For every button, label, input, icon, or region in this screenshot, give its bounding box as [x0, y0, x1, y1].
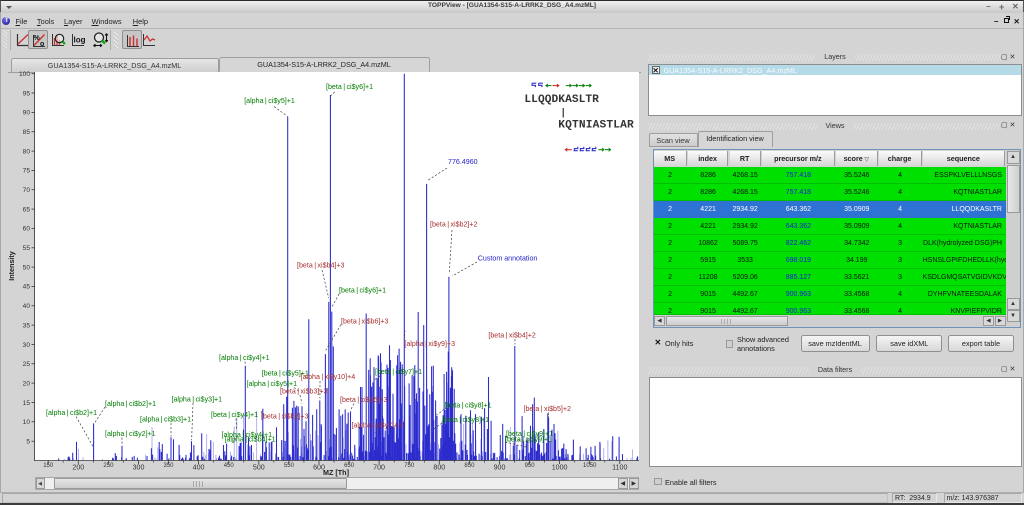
- svg-text:15: 15: [23, 400, 31, 407]
- svg-text:950: 950: [525, 463, 536, 469]
- svg-text:50: 50: [23, 264, 31, 271]
- svg-text:800: 800: [433, 463, 445, 471]
- svg-text:20: 20: [23, 380, 31, 387]
- svg-text:[beta | ci$y6]+1: [beta | ci$y6]+1: [339, 287, 386, 295]
- svg-text:[beta | xi$b4]+2: [beta | xi$b4]+2: [488, 332, 536, 340]
- svg-text:[beta | xi$b5]+3: [beta | xi$b5]+3: [340, 396, 388, 404]
- svg-text:60: 60: [23, 226, 31, 233]
- svg-text:[beta | ci$y8]+1: [beta | ci$y8]+1: [442, 416, 489, 424]
- svg-text:[alpha | xi$y10]+4: [alpha | xi$y10]+4: [301, 373, 356, 381]
- svg-text:45: 45: [23, 284, 31, 291]
- svg-text:95: 95: [23, 90, 31, 97]
- svg-text:[beta | xi$b3]+3: [beta | xi$b3]+3: [280, 388, 328, 396]
- svg-text:|: |: [560, 107, 566, 119]
- svg-text:[alpha | ci$b2]+1: [alpha | ci$b2]+1: [105, 400, 156, 408]
- svg-text:[beta | xi$b2]+3: [beta | xi$b2]+3: [261, 413, 309, 421]
- svg-text:Intensity: Intensity: [7, 251, 16, 281]
- svg-text:400: 400: [193, 463, 205, 471]
- svg-text:[beta | xi$b2]+2: [beta | xi$b2]+2: [430, 221, 478, 229]
- svg-text:[beta | ci$y7]+1: [beta | ci$y7]+1: [375, 368, 422, 376]
- svg-text:[beta | ci$y6]+1: [beta | ci$y6]+1: [326, 83, 373, 91]
- svg-text:200: 200: [72, 463, 84, 471]
- svg-text:Custom annotation: Custom annotation: [478, 255, 538, 263]
- svg-text:550: 550: [284, 463, 295, 469]
- svg-text:100: 100: [19, 71, 30, 78]
- svg-text:MZ [Th]: MZ [Th]: [323, 468, 349, 477]
- svg-text:[beta | xi$b5]+2: [beta | xi$b5]+2: [524, 405, 572, 413]
- svg-text:35: 35: [23, 322, 31, 329]
- svg-text:850: 850: [464, 463, 475, 469]
- svg-text:900: 900: [494, 463, 506, 471]
- svg-text:65: 65: [23, 206, 31, 213]
- svg-text:10: 10: [23, 419, 31, 426]
- svg-text:[alpha | xi$y9]+3: [alpha | xi$y9]+3: [404, 340, 455, 348]
- svg-text:[beta | xi$b6]+3: [beta | xi$b6]+3: [341, 318, 389, 326]
- svg-text:450: 450: [224, 463, 235, 469]
- svg-text:30: 30: [23, 342, 31, 349]
- svg-text:[beta | ci$y4]+1: [beta | ci$y4]+1: [211, 411, 258, 419]
- svg-text:[alpha | ci$y3]+1: [alpha | ci$y3]+1: [172, 396, 223, 404]
- svg-text:250: 250: [103, 463, 114, 469]
- svg-text:75: 75: [23, 168, 31, 175]
- svg-text:[beta | ci$y8]+1: [beta | ci$y8]+1: [445, 402, 492, 410]
- svg-text:85: 85: [23, 129, 31, 136]
- svg-text:5: 5: [26, 439, 30, 446]
- svg-text:[beta | xi$b4]+3: [beta | xi$b4]+3: [297, 262, 345, 270]
- svg-text:90: 90: [23, 110, 31, 117]
- svg-text:776.4960: 776.4960: [448, 158, 478, 166]
- svg-text:KQTNIASTLAR: KQTNIASTLAR: [558, 120, 634, 132]
- svg-text:80: 80: [23, 148, 31, 155]
- svg-text:55: 55: [23, 245, 31, 252]
- svg-text:40: 40: [23, 303, 31, 310]
- svg-text:1000: 1000: [552, 463, 568, 471]
- svg-text:700: 700: [373, 463, 385, 471]
- svg-text:1100: 1100: [612, 463, 627, 471]
- svg-text:[alpha | ci$b3]+1: [alpha | ci$b3]+1: [140, 416, 191, 424]
- svg-text:[beta | ci$y9]+1: [beta | ci$y9]+1: [505, 436, 552, 444]
- svg-text:25: 25: [23, 361, 31, 368]
- svg-text:[alpha | ci$b4]+1: [alpha | ci$b4]+1: [225, 436, 276, 444]
- svg-text:[alpha | ci$y5]+1: [alpha | ci$y5]+1: [244, 97, 295, 105]
- svg-text:LLQQDKASLTR: LLQQDKASLTR: [524, 94, 599, 106]
- svg-text:300: 300: [133, 463, 145, 471]
- svg-text:[alpha | ci$y4]+1: [alpha | ci$y4]+1: [219, 354, 270, 362]
- svg-text:350: 350: [163, 463, 174, 469]
- svg-text:[alpha | xi$y7]+3: [alpha | xi$y7]+3: [352, 421, 403, 429]
- svg-text:[alpha | ci$b2]+1: [alpha | ci$b2]+1: [46, 409, 97, 417]
- svg-text:750: 750: [404, 463, 415, 469]
- svg-text:70: 70: [23, 187, 31, 194]
- svg-text:500: 500: [253, 463, 265, 471]
- svg-text:1050: 1050: [583, 463, 597, 469]
- svg-text:[alpha | ci$y2]+1: [alpha | ci$y2]+1: [105, 430, 156, 438]
- svg-text:150: 150: [43, 463, 54, 469]
